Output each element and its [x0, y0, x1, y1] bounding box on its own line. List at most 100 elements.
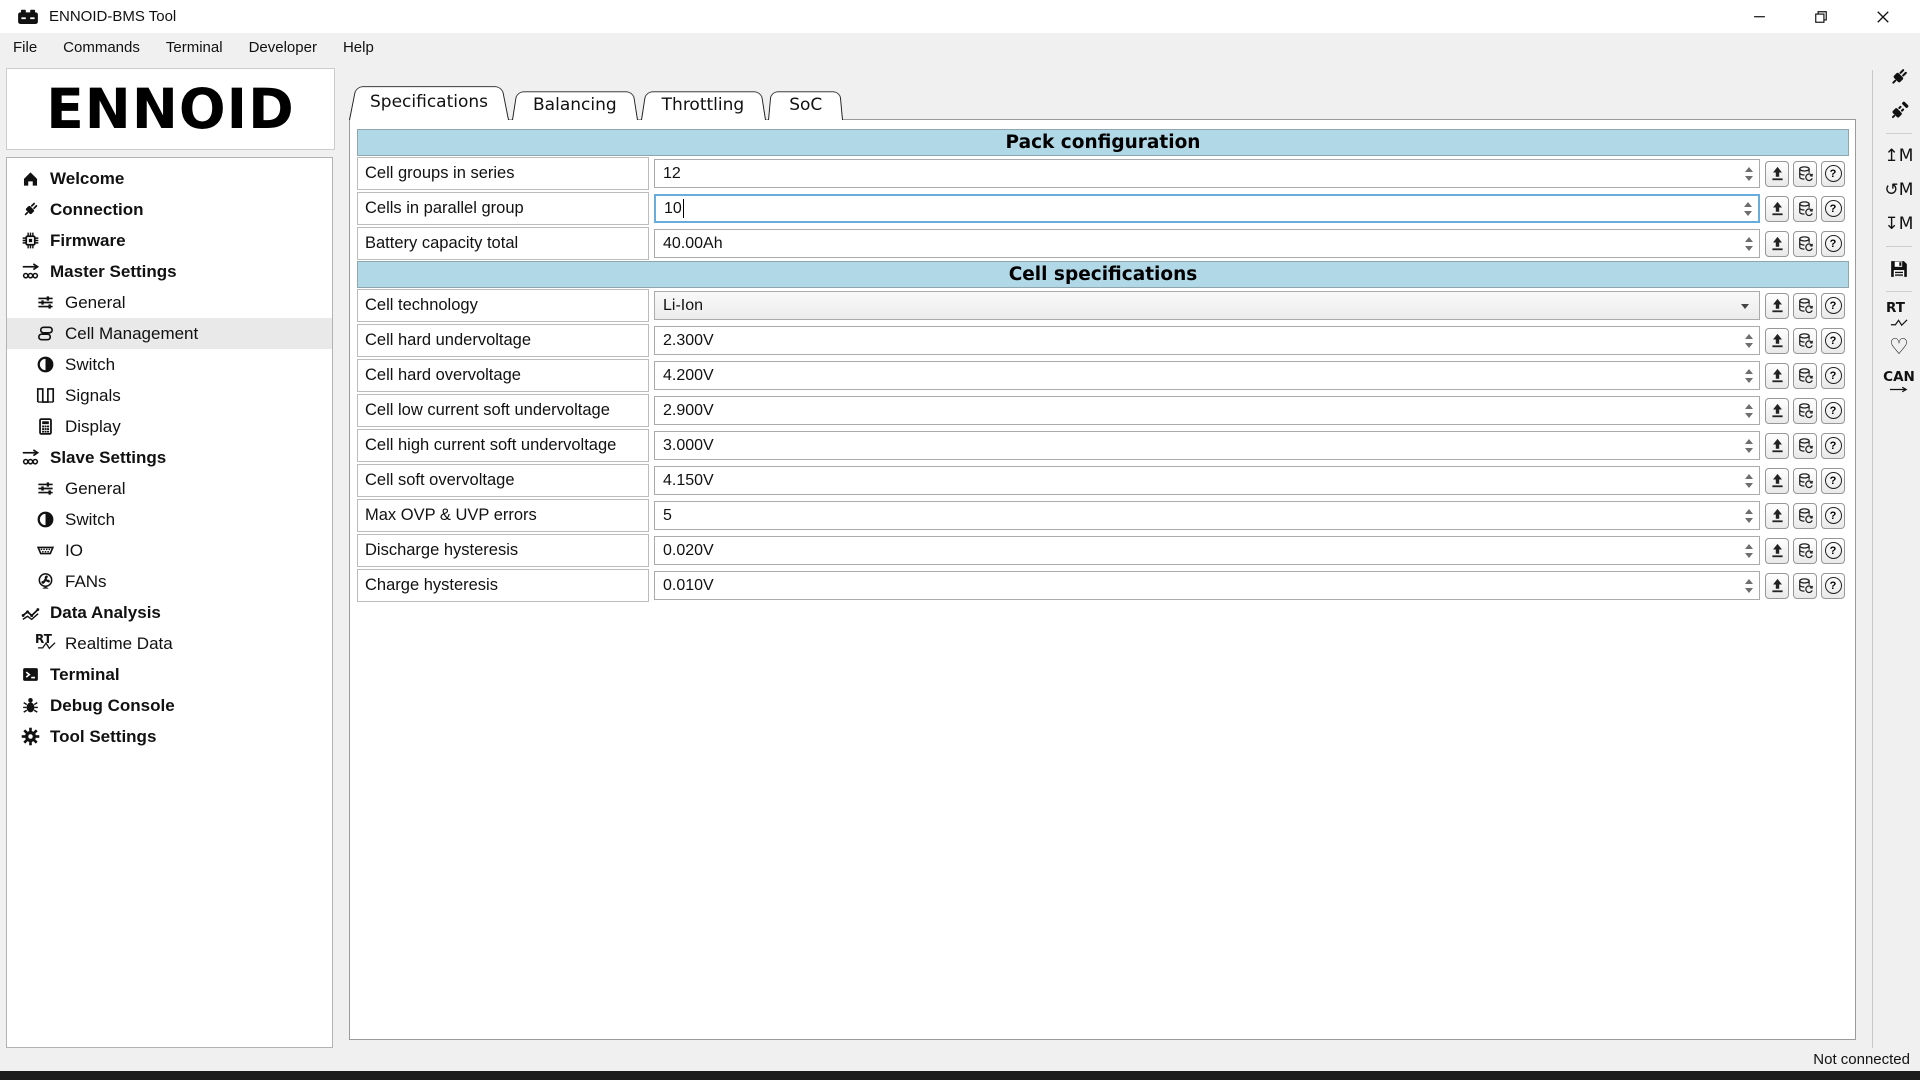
- spinbox-field[interactable]: 0.020V: [654, 536, 1760, 565]
- restore-default-button[interactable]: [1793, 293, 1817, 319]
- spinner[interactable]: [1741, 572, 1756, 599]
- spinbox-field[interactable]: 10: [654, 194, 1760, 223]
- close-button[interactable]: [1852, 0, 1914, 33]
- sidebar-item-display[interactable]: Display: [7, 411, 332, 442]
- upload-button[interactable]: [1765, 538, 1789, 564]
- sidebar-item-io[interactable]: IO: [7, 535, 332, 566]
- sidebar-item-debug-console[interactable]: Debug Console: [7, 690, 332, 721]
- spinbox-field[interactable]: 5: [654, 501, 1760, 530]
- toolbar-disconnect-button[interactable]: [1879, 96, 1919, 126]
- help-button[interactable]: ?: [1821, 196, 1845, 222]
- sidebar-item-tool-settings[interactable]: Tool Settings: [7, 721, 332, 752]
- upload-button[interactable]: [1765, 433, 1789, 459]
- spinbox-field[interactable]: 12: [654, 159, 1760, 188]
- sidebar-item-fans[interactable]: FANs: [7, 566, 332, 597]
- table-row: Battery capacity total40.00Ah?: [357, 226, 1849, 261]
- spinbox-field[interactable]: 2.900V: [654, 396, 1760, 425]
- sidebar-item-welcome[interactable]: Welcome: [7, 163, 332, 194]
- spinner[interactable]: [1741, 397, 1756, 424]
- toolbar-connect-button[interactable]: [1879, 62, 1919, 92]
- spinbox-field[interactable]: 4.200V: [654, 361, 1760, 390]
- sidebar-item-data-analysis[interactable]: Data Analysis: [7, 597, 332, 628]
- restore-default-button[interactable]: [1793, 538, 1817, 564]
- sidebar-item-cell-management[interactable]: Cell Management: [7, 318, 332, 349]
- help-button[interactable]: ?: [1821, 328, 1845, 354]
- tab-balancing[interactable]: Balancing: [512, 89, 638, 120]
- help-button[interactable]: ?: [1821, 468, 1845, 494]
- sidebar-item-switch[interactable]: Switch: [7, 504, 332, 535]
- spinbox-field[interactable]: 0.010V: [654, 571, 1760, 600]
- spinner[interactable]: [1741, 327, 1756, 354]
- sidebar-item-slave-settings[interactable]: Slave Settings: [7, 442, 332, 473]
- minimize-button[interactable]: [1728, 0, 1790, 33]
- help-button[interactable]: ?: [1821, 538, 1845, 564]
- spinner[interactable]: [1741, 432, 1756, 459]
- spinner[interactable]: [1741, 467, 1756, 494]
- spinbox-field[interactable]: 2.300V: [654, 326, 1760, 355]
- help-button[interactable]: ?: [1821, 573, 1845, 599]
- help-button[interactable]: ?: [1821, 161, 1845, 187]
- upload-button[interactable]: [1765, 161, 1789, 187]
- upload-button[interactable]: [1765, 573, 1789, 599]
- restore-default-button[interactable]: [1793, 503, 1817, 529]
- toolbar-save-button[interactable]: [1879, 254, 1919, 284]
- spinbox-field[interactable]: 3.000V: [654, 431, 1760, 460]
- menu-terminal[interactable]: Terminal: [153, 33, 236, 62]
- upload-button[interactable]: [1765, 231, 1789, 257]
- combobox-field[interactable]: Li-Ion: [654, 291, 1760, 320]
- sidebar-item-general[interactable]: General: [7, 473, 332, 504]
- tab-specifications[interactable]: Specifications: [349, 83, 509, 120]
- spinner[interactable]: [1741, 362, 1756, 389]
- spinbox-field[interactable]: 40.00Ah: [654, 229, 1760, 258]
- sidebar-item-firmware[interactable]: Firmware: [7, 225, 332, 256]
- restore-default-button[interactable]: [1793, 161, 1817, 187]
- spinner[interactable]: [1741, 230, 1756, 257]
- restore-default-button[interactable]: [1793, 573, 1817, 599]
- upload-button[interactable]: [1765, 196, 1789, 222]
- help-button[interactable]: ?: [1821, 503, 1845, 529]
- toolbar-refresh-master-button[interactable]: ↺M: [1879, 175, 1919, 205]
- menu-help[interactable]: Help: [330, 33, 387, 62]
- help-button[interactable]: ?: [1821, 293, 1845, 319]
- help-button[interactable]: ?: [1821, 398, 1845, 424]
- toolbar-realtime-button[interactable]: RT: [1879, 299, 1919, 329]
- restore-default-button[interactable]: [1793, 468, 1817, 494]
- sidebar-item-terminal[interactable]: Terminal: [7, 659, 332, 690]
- spinner[interactable]: [1741, 537, 1756, 564]
- menu-commands[interactable]: Commands: [50, 33, 153, 62]
- restore-default-button[interactable]: [1793, 231, 1817, 257]
- sidebar-item-signals[interactable]: Signals: [7, 380, 332, 411]
- spinbox-field[interactable]: 4.150V: [654, 466, 1760, 495]
- restore-default-button[interactable]: [1793, 328, 1817, 354]
- menu-file[interactable]: File: [0, 33, 50, 62]
- toolbar-heart-button[interactable]: ♡: [1879, 333, 1919, 363]
- upload-button[interactable]: [1765, 293, 1789, 319]
- help-button[interactable]: ?: [1821, 433, 1845, 459]
- restore-default-button[interactable]: [1793, 196, 1817, 222]
- spinner[interactable]: [1740, 196, 1755, 221]
- upload-button[interactable]: [1765, 503, 1789, 529]
- help-button[interactable]: ?: [1821, 363, 1845, 389]
- toolbar-write-master-button[interactable]: ↥M: [1879, 141, 1919, 171]
- sidebar-item-connection[interactable]: Connection: [7, 194, 332, 225]
- upload-button[interactable]: [1765, 363, 1789, 389]
- restore-default-button[interactable]: [1793, 398, 1817, 424]
- upload-button[interactable]: [1765, 398, 1789, 424]
- restore-button[interactable]: [1790, 0, 1852, 33]
- toolbar-can-button[interactable]: CAN: [1879, 367, 1919, 397]
- tab-throttling[interactable]: Throttling: [641, 89, 766, 120]
- restore-default-button[interactable]: [1793, 433, 1817, 459]
- spinner[interactable]: [1741, 502, 1756, 529]
- sidebar-item-general[interactable]: General: [7, 287, 332, 318]
- sidebar-item-switch[interactable]: Switch: [7, 349, 332, 380]
- spinner[interactable]: [1741, 160, 1756, 187]
- upload-button[interactable]: [1765, 468, 1789, 494]
- restore-default-button[interactable]: [1793, 363, 1817, 389]
- help-button[interactable]: ?: [1821, 231, 1845, 257]
- sidebar-item-master-settings[interactable]: Master Settings: [7, 256, 332, 287]
- toolbar-read-master-button[interactable]: ↧M: [1879, 209, 1919, 239]
- upload-button[interactable]: [1765, 328, 1789, 354]
- menu-developer[interactable]: Developer: [236, 33, 330, 62]
- tab-soc[interactable]: SoC: [768, 89, 843, 120]
- sidebar-item-realtime-data[interactable]: RTRealtime Data: [7, 628, 332, 659]
